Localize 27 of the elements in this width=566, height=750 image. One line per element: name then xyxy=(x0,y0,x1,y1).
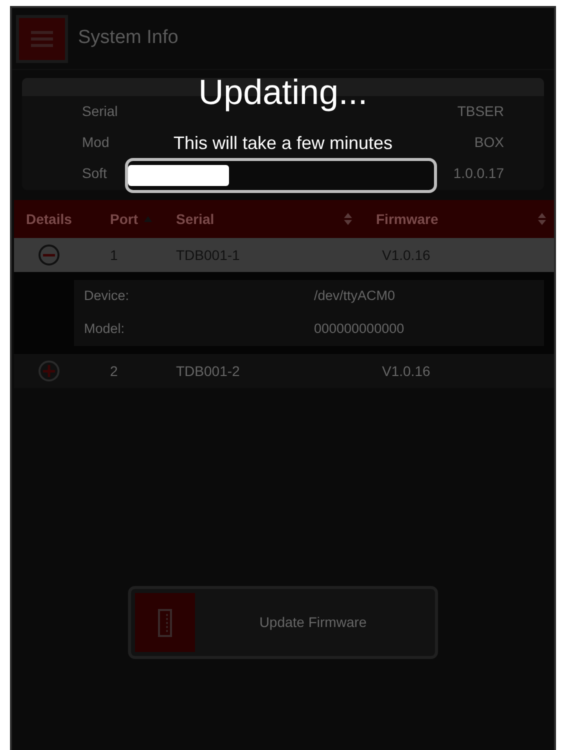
table-cell: TDB001-2 xyxy=(176,362,240,378)
detail-value: /dev/ttyACM0 xyxy=(314,288,396,304)
table-cell: 2 xyxy=(110,362,118,378)
info-value: TBSER xyxy=(457,103,504,119)
update-firmware-button[interactable]: Update Firmware xyxy=(128,586,438,659)
detail-label: Device: xyxy=(84,288,130,304)
detail-label: Model: xyxy=(84,321,125,336)
info-label: Mod xyxy=(82,134,110,150)
menu-icon xyxy=(31,30,53,46)
expand-icon[interactable] xyxy=(38,360,60,382)
updating-title: Updating... xyxy=(198,74,368,112)
column-header[interactable]: Port xyxy=(110,208,138,230)
column-header[interactable]: Details xyxy=(26,208,72,230)
table-cell: V1.0.16 xyxy=(382,362,430,378)
column-header[interactable]: Serial xyxy=(176,208,214,230)
info-label: Soft xyxy=(82,165,107,181)
page-title: System Info xyxy=(78,26,178,50)
menu-button[interactable] xyxy=(16,14,68,62)
info-value: BOX xyxy=(474,134,504,150)
detail-value: 000000000000 xyxy=(314,321,404,336)
updating-message: This will take a few minutes xyxy=(173,132,393,154)
info-value: 1.0.0.17 xyxy=(453,165,504,181)
table-row[interactable]: 2 TDB001-2 V1.0.16 xyxy=(14,354,554,388)
column-header[interactable]: Firmware xyxy=(376,208,438,230)
collapse-icon[interactable] xyxy=(38,244,60,266)
chip-icon xyxy=(158,608,172,636)
info-label: Serial xyxy=(82,103,118,119)
